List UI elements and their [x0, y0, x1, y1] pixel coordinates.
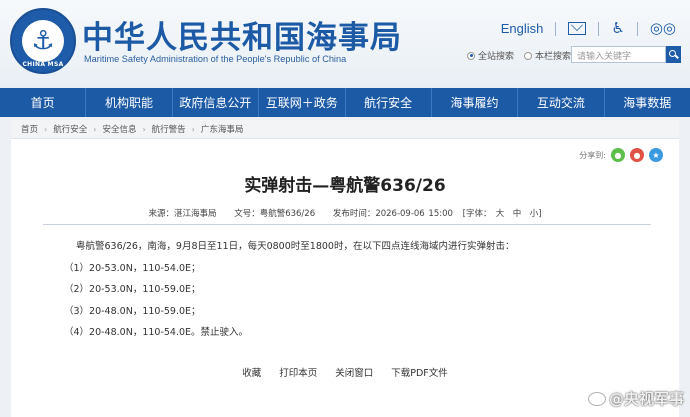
site-header: ⚓ CHINA MSA 中华人民共和国海事局 Maritime Safety A…: [0, 0, 690, 88]
logo-text: CHINA MSA: [22, 61, 64, 68]
logo-emblem: ⚓: [22, 20, 64, 62]
watermark: @央视军事: [587, 388, 684, 409]
chevron-right-icon: ›: [142, 124, 146, 134]
share-label: 分享到:: [579, 150, 606, 160]
top-links: English ♿ ◎◎: [501, 21, 676, 37]
search-button[interactable]: [666, 46, 681, 63]
coordinate-point: （1）20-53.0N，110-54.0E；: [64, 262, 201, 274]
scope-column-label: 本栏搜索: [535, 52, 572, 62]
scope-site-label: 全站搜索: [478, 52, 515, 62]
site-title[interactable]: 中华人民共和国海事局: [82, 12, 402, 57]
nav-item-functions[interactable]: 机构职能: [86, 88, 173, 117]
breadcrumb-nav-safety[interactable]: 航行安全: [53, 123, 87, 135]
title-divider: [43, 224, 651, 225]
main-nav: 首页 机构职能 政府信息公开 互联网＋政务 航行安全 海事履约 互动交流 海事数…: [0, 88, 690, 117]
nav-item-home[interactable]: 首页: [0, 88, 87, 117]
print-button[interactable]: 打印本页: [279, 365, 317, 379]
article-body: 粤航警636/26，南海，9月8日至11日，每天0800时至1800时，在以下四…: [64, 241, 654, 349]
anchor-icon: ⚓: [31, 26, 55, 56]
nav-item-nav-safety[interactable]: 航行安全: [346, 88, 432, 117]
weibo-logo-icon: [587, 391, 606, 406]
watermark-text: @央视军事: [608, 390, 684, 408]
meta-doc-no: 文号：粤航警636/26: [234, 209, 316, 219]
download-pdf-button[interactable]: 下载PDF文件: [391, 365, 448, 379]
search-icon: [669, 50, 676, 57]
english-link[interactable]: English: [501, 21, 544, 36]
accessibility-icon[interactable]: ♿: [611, 21, 624, 36]
nav-item-compliance[interactable]: 海事履约: [432, 88, 519, 117]
divider: [555, 21, 557, 36]
breadcrumb-home[interactable]: 首页: [21, 123, 38, 135]
divider: [598, 21, 600, 36]
breadcrumb-nav-warning[interactable]: 航行警告: [152, 123, 186, 135]
share-bar: 分享到: ● ● ★: [579, 148, 663, 162]
nav-item-gov-info[interactable]: 政府信息公开: [173, 88, 260, 117]
article-title: 实弹射击—粤航警636/26: [244, 176, 446, 196]
article-actions: 收藏 打印本页 关闭窗口 下载PDF文件: [11, 365, 679, 379]
chevron-right-icon: ›: [93, 124, 97, 134]
coordinate-point: （4）20-48.0N，110-54.0E。禁止驶入。: [64, 327, 249, 338]
nav-item-internet-gov[interactable]: 互联网＋政务: [259, 88, 346, 117]
nav-item-data[interactable]: 海事数据: [605, 88, 690, 117]
qzone-icon[interactable]: ★: [649, 148, 663, 162]
meta-date: 发布时间：2026-09-06 15:00: [332, 209, 453, 219]
search-input[interactable]: 请输入关键字: [571, 46, 666, 63]
site-subtitle: Maritime Safety Administration of the Pe…: [84, 54, 347, 64]
radio-selected-icon: [467, 51, 475, 60]
divider: [636, 21, 638, 36]
meta-source: 来源：湛江海事局: [148, 209, 217, 219]
close-window-button[interactable]: 关闭窗口: [335, 365, 373, 379]
radio-unselected-icon: [524, 51, 533, 60]
coordinate-point: （2）20-53.0N，110-59.0E；: [64, 284, 201, 295]
breadcrumb-guangdong[interactable]: 广东海事局: [201, 123, 244, 135]
weibo-icon[interactable]: ●: [630, 148, 644, 162]
scope-site-radio[interactable]: 全站搜索: [467, 49, 514, 62]
mail-icon[interactable]: [568, 22, 587, 35]
chevron-right-icon: ›: [44, 124, 48, 134]
article-intro: 粤航警636/26，南海，9月8日至11日，每天0800时至1800时，在以下四…: [76, 241, 515, 252]
breadcrumb: 首页 › 航行安全 › 安全信息 › 航行警告 › 广东海事局: [11, 120, 679, 139]
msa-logo[interactable]: ⚓ CHINA MSA: [10, 8, 76, 74]
chevron-right-icon: ›: [191, 124, 195, 134]
favorite-button[interactable]: 收藏: [242, 365, 261, 379]
nav-item-interaction[interactable]: 互动交流: [518, 88, 605, 117]
wechat-icon[interactable]: ●: [611, 148, 625, 162]
glasses-icon[interactable]: ◎◎: [650, 21, 676, 36]
article-panel: 分享到: ● ● ★ 实弹射击—粤航警636/26 来源：湛江海事局 文号：粤航…: [11, 139, 679, 417]
breadcrumb-safety-info[interactable]: 安全信息: [102, 123, 136, 135]
search-scope: 全站搜索 本栏搜索: [467, 49, 571, 62]
font-size-selector[interactable]: [字体： 大 中 小]: [463, 209, 542, 219]
scope-column-radio[interactable]: 本栏搜索: [524, 49, 571, 62]
coordinate-point: （3）20-48.0N，110-59.0E；: [64, 305, 201, 317]
article-meta: 来源：湛江海事局 文号：粤航警636/26 发布时间：2026-09-06 15…: [11, 207, 679, 219]
